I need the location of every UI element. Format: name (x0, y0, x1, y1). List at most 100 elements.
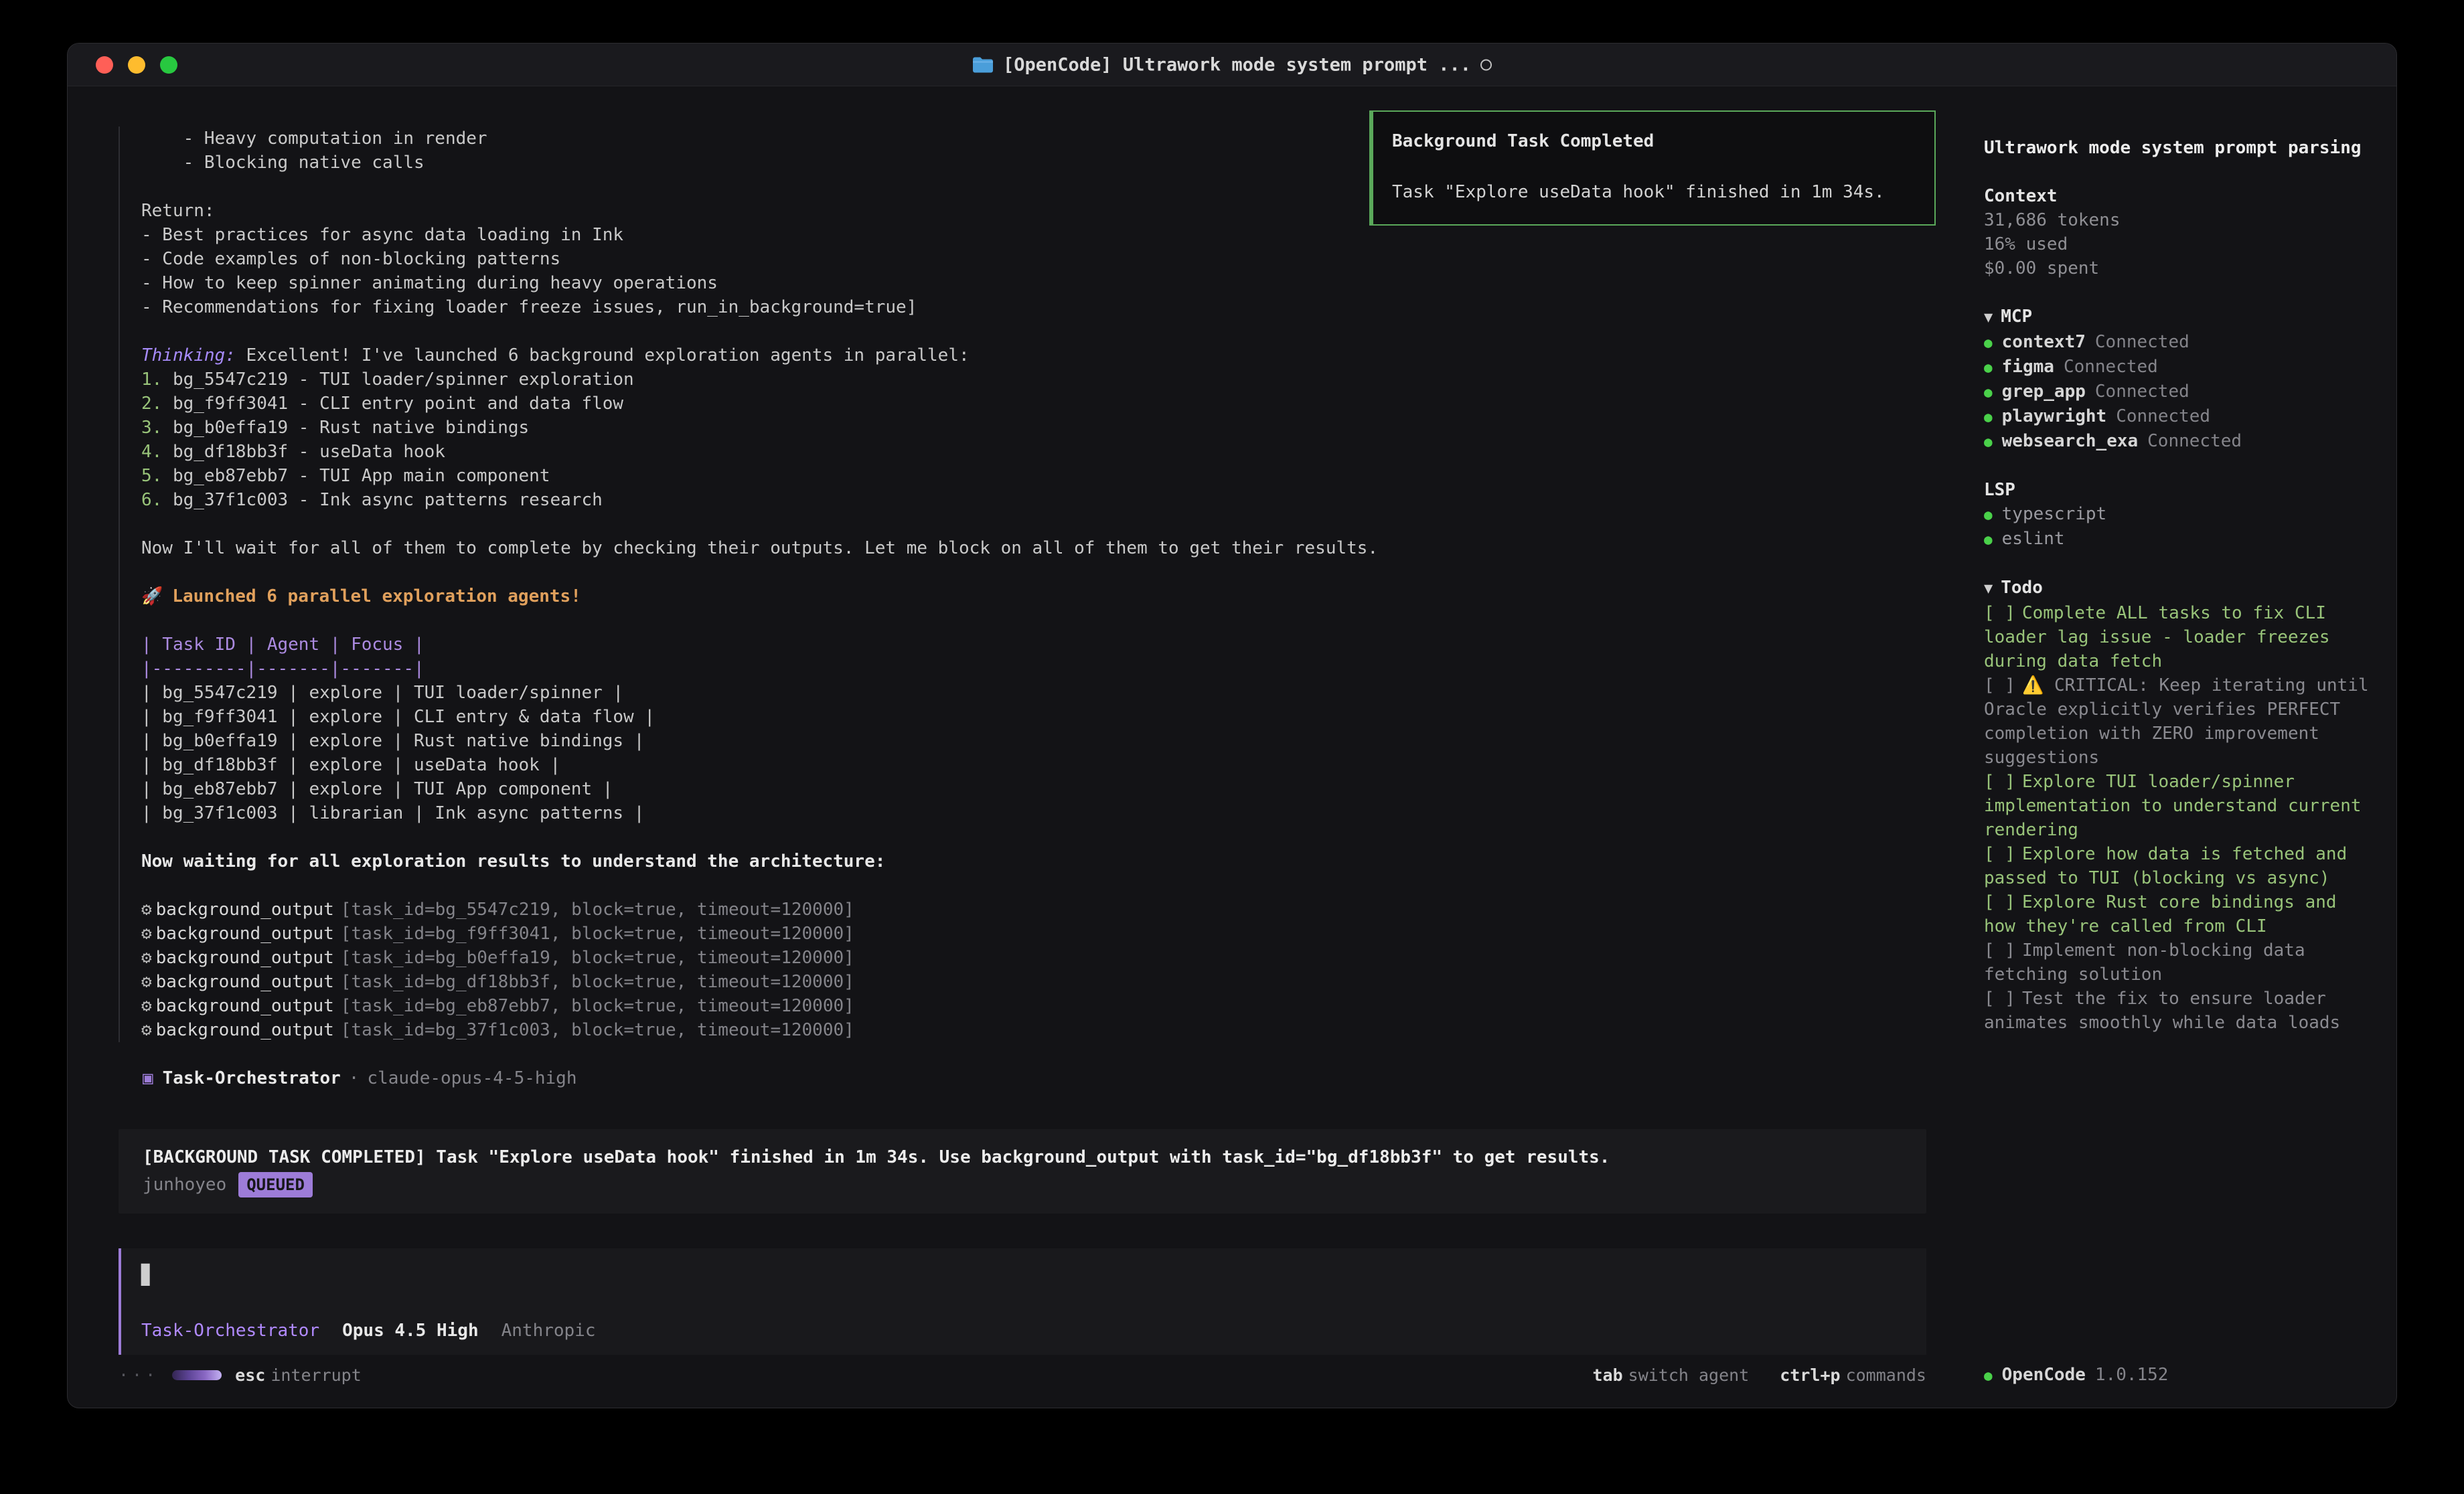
todo-checkbox: [ ] (1984, 603, 2015, 623)
table-row: | bg_5547c219 | explore | TUI loader/spi… (141, 681, 1926, 705)
context-tokens: 31,686 tokens (1984, 208, 2376, 232)
tool-name: background_output (156, 996, 334, 1016)
agent-list-number: 1. (141, 369, 162, 390)
context-spent: $0.00 spent (1984, 256, 2376, 280)
esc-key-hint: esc (235, 1365, 265, 1385)
main-pane: Background Task Completed Task "Explore … (68, 86, 1953, 1408)
tool-name: background_output (156, 972, 334, 992)
completed-task-banner: [BACKGROUND TASK COMPLETED] Task "Explor… (119, 1129, 1926, 1214)
gear-icon: ⚙ (141, 996, 152, 1016)
mcp-item: ●figmaConnected (1984, 355, 2376, 380)
table-row: | bg_b0effa19 | explore | Rust native bi… (141, 729, 1926, 753)
esc-key-label: interrupt (271, 1365, 361, 1385)
context-heading: Context (1984, 184, 2376, 208)
launch-banner-text: Launched 6 parallel exploration agents! (172, 586, 581, 606)
completed-task-text: [BACKGROUND TASK COMPLETED] Task "Explor… (143, 1145, 1902, 1169)
todo-item: [ ]Test the fix to ensure loader animate… (1984, 987, 2376, 1035)
tab-key-hint: tab (1592, 1365, 1622, 1385)
window-title: [OpenCode] Ultrawork mode system prompt … (972, 54, 1492, 75)
model-label: Opus 4.5 High (342, 1319, 479, 1343)
mcp-name: websearch_exa (2002, 429, 2139, 453)
status-dot-icon: ● (1984, 380, 1993, 404)
gear-icon: ⚙ (141, 1020, 152, 1040)
todo-item: [ ]Complete ALL tasks to fix CLI loader … (1984, 601, 2376, 673)
terminal-pane: Background Task Completed Task "Explore … (68, 86, 1953, 1357)
lsp-item: ●typescript (1984, 502, 2376, 527)
todo-text: Explore TUI loader/spinner implementatio… (1984, 772, 2362, 840)
mcp-heading[interactable]: ▼MCP (1984, 305, 2376, 330)
lsp-name: typescript (2002, 502, 2107, 526)
close-button[interactable] (96, 56, 113, 74)
context-used: 16% used (1984, 232, 2376, 256)
minimize-button[interactable] (128, 56, 145, 74)
agent-list-number: 6. (141, 490, 162, 510)
tool-args: [task_id=bg_5547c219, block=true, timeou… (341, 900, 854, 920)
launch-banner: 🚀Launched 6 parallel exploration agents! (141, 584, 1926, 608)
todo-checkbox: [ ] (1984, 892, 2015, 912)
agent-square-icon: ▣ (143, 1068, 153, 1088)
titlebar: [OpenCode] Ultrawork mode system prompt … (68, 44, 2396, 86)
lsp-name: eslint (2002, 527, 2065, 551)
progress-indicator (172, 1370, 222, 1380)
terminal-line: - Best practices for async data loading … (141, 223, 1926, 247)
user-name: junhoyeo (143, 1173, 226, 1197)
thinking-line: Thinking: Excellent! I've launched 6 bac… (141, 343, 1926, 367)
terminal-line: - Recommendations for fixing loader free… (141, 295, 1926, 319)
provider-label: Anthropic (502, 1319, 596, 1343)
background-task-notification: Background Task Completed Task "Explore … (1369, 110, 1936, 226)
table-header-row: | Task ID | Agent | Focus | (141, 633, 1926, 657)
table-separator-row: |---------|-------|-------| (141, 657, 1926, 681)
todo-item: [ ]Explore Rust core bindings and how th… (1984, 890, 2376, 938)
tool-name: background_output (156, 924, 334, 944)
todo-text: Explore how data is fetched and passed t… (1984, 844, 2347, 888)
mcp-name: playwright (2002, 404, 2107, 428)
statusbar: ··· esc interrupt tab switch agent ctrl+… (68, 1357, 1953, 1408)
thinking-text: Excellent! I've launched 6 background ex… (236, 345, 970, 365)
table-row: | bg_eb87ebb7 | explore | TUI App compon… (141, 777, 1926, 801)
todo-text: Implement non-blocking data fetching sol… (1984, 940, 2305, 985)
tool-call-line: ⚙background_output[task_id=bg_b0effa19, … (141, 946, 1926, 970)
tool-name: background_output (156, 948, 334, 968)
todo-heading[interactable]: ▼ Todo (1984, 576, 2376, 601)
zoom-button[interactable] (160, 56, 177, 74)
context-section: Context 31,686 tokens 16% used $0.00 spe… (1984, 184, 2376, 280)
app-window: [OpenCode] Ultrawork mode system prompt … (67, 43, 2397, 1408)
mcp-name: grep_app (2002, 380, 2086, 404)
folder-icon (972, 56, 994, 74)
status-dot-icon: ● (1984, 1363, 1993, 1388)
tool-call-line: ⚙background_output[task_id=bg_eb87ebb7, … (141, 994, 1926, 1018)
tool-args: [task_id=bg_f9ff3041, block=true, timeou… (341, 924, 854, 944)
agent-list-text: bg_5547c219 - TUI loader/spinner explora… (162, 369, 633, 390)
agent-list-item: 6. bg_37f1c003 - Ink async patterns rese… (141, 488, 1926, 512)
gear-icon: ⚙ (141, 972, 152, 992)
todo-item: [ ]Explore TUI loader/spinner implementa… (1984, 770, 2376, 842)
mcp-item: ● grep_app Connected (1984, 380, 2376, 404)
mcp-item: ●playwrightConnected (1984, 404, 2376, 429)
mcp-status: Connected (2095, 380, 2189, 404)
todo-section: ▼ Todo [ ]Complete ALL tasks to fix CLI l… (1984, 576, 2376, 1035)
prompt-input-editor[interactable]: ▊ Task-Orchestrator Opus 4.5 High Anthro… (119, 1248, 1926, 1355)
tool-call-line: ⚙background_output[task_id=bg_5547c219, … (141, 898, 1926, 922)
lsp-item: ●eslint (1984, 527, 2376, 552)
message-block: - Heavy computation in render - Blocking… (119, 127, 1926, 1042)
traffic-lights (96, 56, 177, 74)
progress-circle-icon (1480, 59, 1492, 70)
text-cursor: ▊ (141, 1264, 153, 1286)
gear-icon: ⚙ (141, 924, 152, 944)
notification-title: Background Task Completed (1392, 129, 1914, 153)
todo-heading-label: Todo (2001, 576, 2043, 600)
agent-list-text: bg_f9ff3041 - CLI entry point and data f… (162, 394, 623, 414)
gear-icon: ⚙ (141, 900, 152, 920)
todo-checkbox: [ ] (1984, 844, 2015, 864)
app-name: OpenCode (2002, 1363, 2086, 1387)
orchestrator-line: ▣Task-Orchestrator·claude-opus-4-5-high (143, 1066, 1926, 1090)
todo-item: [ ]⚠️ CRITICAL: Keep iterating until Ora… (1984, 673, 2376, 770)
model-name: claude-opus-4-5-high (367, 1068, 576, 1088)
agent-list-item: 5. bg_eb87ebb7 - TUI App main component (141, 464, 1926, 488)
mcp-status: Connected (2064, 355, 2158, 379)
mcp-status: Connected (2095, 330, 2189, 354)
collapse-triangle-icon: ▼ (1984, 577, 1993, 601)
agent-list-text: bg_37f1c003 - Ink async patterns researc… (162, 490, 602, 510)
tool-args: [task_id=bg_df18bb3f, block=true, timeou… (341, 972, 854, 992)
status-dot-icon: ● (1984, 331, 1993, 355)
